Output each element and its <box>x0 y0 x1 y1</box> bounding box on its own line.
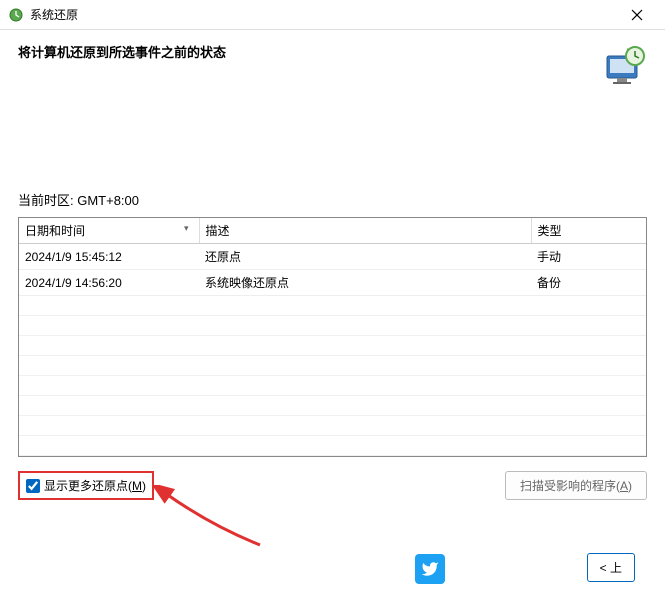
table-row-empty <box>19 316 646 336</box>
cell-date: 2024/1/9 15:45:12 <box>19 244 199 270</box>
col-header-type[interactable]: 类型 <box>531 218 646 244</box>
table-header-row: 日期和时间 ▾ 描述 类型 <box>19 218 646 244</box>
table-row-empty <box>19 296 646 316</box>
cell-desc: 还原点 <box>199 244 531 270</box>
table-row[interactable]: 2024/1/9 14:56:20 系统映像还原点 备份 <box>19 270 646 296</box>
cell-type: 备份 <box>531 270 646 296</box>
show-more-checkbox-input[interactable] <box>26 479 40 493</box>
sort-indicator-icon: ▾ <box>184 223 189 234</box>
table-row-empty <box>19 416 646 436</box>
col-header-date-label: 日期和时间 <box>25 224 85 238</box>
table-row-empty <box>19 376 646 396</box>
table-row[interactable]: 2024/1/9 15:45:12 还原点 手动 <box>19 244 646 270</box>
table-row-empty <box>19 396 646 416</box>
window-title: 系统还原 <box>30 6 617 23</box>
scan-affected-programs-button[interactable]: 扫描受影响的程序(A) <box>505 471 647 500</box>
wizard-nav: < 上 <box>587 553 635 582</box>
table-row-empty <box>19 356 646 376</box>
back-button[interactable]: < 上 <box>587 553 635 582</box>
header-row: 将计算机还原到所选事件之前的状态 <box>0 30 665 90</box>
col-header-date[interactable]: 日期和时间 ▾ <box>19 218 199 244</box>
close-button[interactable] <box>617 1 657 29</box>
table-row-empty <box>19 436 646 456</box>
close-icon <box>631 9 643 21</box>
col-header-desc[interactable]: 描述 <box>199 218 531 244</box>
table-row-empty <box>19 336 646 356</box>
restore-icon <box>8 7 24 23</box>
twitter-icon <box>415 554 445 584</box>
cell-type: 手动 <box>531 244 646 270</box>
restore-points-table: 日期和时间 ▾ 描述 类型 2024/1/9 15:45:12 还原点 手动 2… <box>18 217 647 457</box>
show-more-label: 显示更多还原点(M) <box>44 477 146 494</box>
options-row: 显示更多还原点(M) 扫描受影响的程序(A) <box>0 457 665 500</box>
cell-date: 2024/1/9 14:56:20 <box>19 270 199 296</box>
page-subtitle: 将计算机还原到所选事件之前的状态 <box>18 42 599 61</box>
timezone-label: 当前时区: GMT+8:00 <box>0 190 665 217</box>
cell-desc: 系统映像还原点 <box>199 270 531 296</box>
titlebar: 系统还原 <box>0 0 665 30</box>
show-more-restore-points-checkbox[interactable]: 显示更多还原点(M) <box>18 471 154 500</box>
system-restore-icon <box>599 42 647 90</box>
